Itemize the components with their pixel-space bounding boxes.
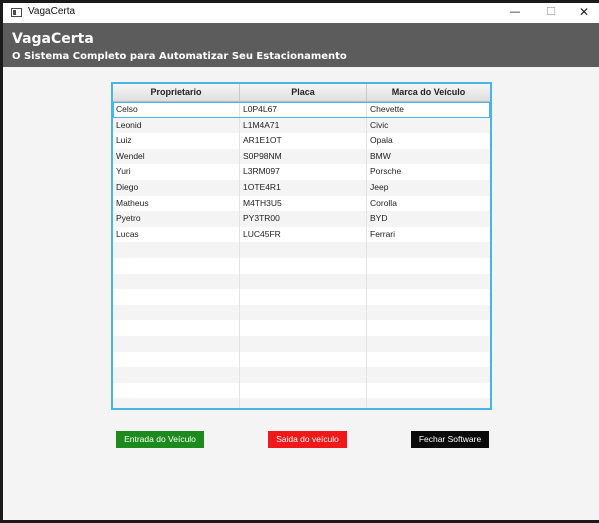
cell-placa: L1M4A71 (240, 117, 367, 134)
cell-placa (240, 304, 367, 321)
cell-proprietario: Luiz (113, 133, 240, 149)
table-row[interactable]: Matheus M4TH3U5 Corolla (113, 195, 490, 212)
table-row[interactable]: Diego 1OTE4R1 Jeep (113, 179, 490, 196)
vehicle-exit-button[interactable]: Saida do veículo (268, 431, 347, 448)
vehicle-table[interactable]: Proprietario Placa Marca do Veículo Cels… (111, 82, 492, 410)
cell-marca: Ferrari (370, 228, 396, 239)
empty-table-row[interactable] (113, 351, 490, 368)
app-header: VagaCerta O Sistema Completo para Automa… (3, 23, 599, 67)
cell-marca: Porsche (370, 166, 402, 177)
cell-placa: 1OTE4R1 (240, 179, 367, 196)
cell-proprietario (113, 335, 240, 352)
empty-table-row[interactable] (113, 398, 490, 408)
cell-marca (367, 320, 490, 336)
column-header-marca[interactable]: Marca do Veículo (367, 84, 490, 101)
cell-proprietario: Celso (113, 102, 240, 118)
cell-proprietario: Matheus (113, 195, 240, 212)
cell-marca: Chevette (370, 104, 405, 114)
empty-table-row[interactable] (113, 242, 490, 258)
cell-marca (367, 289, 490, 305)
cell-marca: BYD (370, 213, 388, 224)
cell-marca (367, 242, 490, 258)
minimize-button[interactable]: — (500, 3, 530, 23)
cell-placa (240, 335, 367, 352)
column-header-proprietario[interactable]: Proprietario (113, 84, 240, 101)
empty-table-row[interactable] (113, 367, 490, 383)
table-row[interactable]: Wendel S0P98NM BMW (113, 148, 490, 165)
cell-placa: L0P4L67 (240, 102, 367, 118)
cell-marca (367, 383, 490, 399)
cell-marca (367, 258, 490, 274)
cell-marca: Corolla (370, 197, 397, 208)
close-button[interactable]: ✕ (569, 3, 599, 23)
cell-marca: BMW (370, 150, 391, 161)
cell-placa (240, 273, 367, 290)
empty-table-row[interactable] (113, 320, 490, 336)
cell-marca (367, 367, 490, 383)
title-bar[interactable]: VagaCerta — ☐ ✕ (3, 3, 599, 23)
cell-proprietario (113, 398, 240, 408)
cell-placa: L3RM097 (240, 164, 367, 180)
cell-placa: S0P98NM (240, 148, 367, 165)
table-row[interactable]: Leonid L1M4A71 Civic (113, 117, 490, 134)
cell-marca: Opala (370, 135, 393, 146)
table-row[interactable]: Celso L0P4L67 Chevette (113, 102, 490, 118)
cell-placa (240, 289, 367, 305)
cell-proprietario (113, 320, 240, 336)
cell-proprietario: Lucas (113, 226, 240, 243)
empty-table-row[interactable] (113, 335, 490, 352)
cell-placa (240, 257, 367, 274)
cell-marca (367, 336, 490, 352)
empty-table-row[interactable] (113, 382, 490, 399)
table-header: Proprietario Placa Marca do Veículo (113, 84, 490, 102)
cell-marca (367, 398, 490, 408)
table-row[interactable]: Luiz AR1E1OT Opala (113, 133, 490, 149)
table-body: Celso L0P4L67 Chevette Leonid L1M4A71 Civic Lu… (113, 102, 490, 408)
app-subtitle: O Sistema Completo para Automatizar Seu … (12, 51, 347, 62)
cell-marca: Civic (370, 119, 389, 130)
cell-marca: Jeep (370, 181, 389, 192)
empty-table-row[interactable] (113, 273, 490, 290)
app-window-icon (11, 8, 22, 17)
cell-placa: AR1E1OT (240, 133, 367, 149)
cell-proprietario (113, 289, 240, 305)
cell-placa: LUC45FR (240, 226, 367, 243)
vehicle-entry-button[interactable]: Entrada do Veículo (116, 431, 204, 448)
cell-placa (240, 382, 367, 399)
cell-placa (240, 242, 367, 258)
cell-placa (240, 320, 367, 336)
cell-placa (240, 367, 367, 383)
empty-table-row[interactable] (113, 289, 490, 305)
table-row[interactable]: Yuri L3RM097 Porsche (113, 164, 490, 180)
cell-proprietario (113, 367, 240, 383)
close-software-button[interactable]: Fechar Software (411, 431, 489, 448)
maximize-button[interactable]: ☐ (536, 3, 566, 23)
cell-marca (367, 352, 490, 368)
cell-proprietario (113, 304, 240, 321)
cell-placa (240, 351, 367, 368)
cell-placa: PY3TR00 (240, 211, 367, 227)
table-row[interactable]: Pyetro PY3TR00 BYD (113, 211, 490, 227)
cell-placa (240, 398, 367, 408)
cell-proprietario (113, 273, 240, 290)
cell-proprietario: Pyetro (113, 211, 240, 227)
app-title: VagaCerta (12, 31, 94, 47)
window-title: VagaCerta (28, 6, 76, 17)
column-header-placa[interactable]: Placa (240, 84, 367, 101)
cell-proprietario (113, 382, 240, 399)
cell-proprietario (113, 257, 240, 274)
cell-proprietario: Wendel (113, 148, 240, 165)
empty-table-row[interactable] (113, 304, 490, 321)
cell-proprietario (113, 351, 240, 368)
empty-table-row[interactable] (113, 257, 490, 274)
cell-marca (367, 305, 490, 321)
cell-proprietario (113, 242, 240, 258)
cell-proprietario: Leonid (113, 117, 240, 134)
cell-placa: M4TH3U5 (240, 195, 367, 212)
app-window: VagaCerta — ☐ ✕ VagaCerta O Sistema Comp… (3, 3, 599, 520)
cell-proprietario: Yuri (113, 164, 240, 180)
cell-proprietario: Diego (113, 179, 240, 196)
table-row[interactable]: Lucas LUC45FR Ferrari (113, 226, 490, 243)
cell-marca (367, 274, 490, 290)
